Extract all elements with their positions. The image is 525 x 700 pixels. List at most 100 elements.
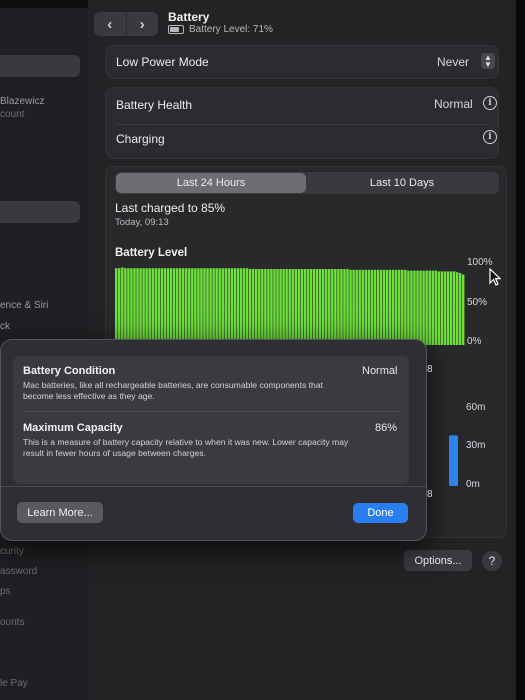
battery-level-bar — [166, 268, 170, 345]
info-icon[interactable]: i — [483, 96, 497, 110]
battery-level-bar — [355, 269, 358, 345]
sidebar-search-field[interactable] — [0, 55, 80, 77]
divider — [1, 486, 426, 487]
level-tick-100: 100% — [467, 257, 493, 268]
info-icon[interactable]: i — [483, 130, 497, 144]
battery-level-bar — [376, 269, 380, 345]
sidebar-item-selected[interactable] — [0, 201, 80, 223]
divider — [116, 124, 488, 125]
sidebar-item-applepay[interactable]: le Pay — [0, 678, 28, 689]
battery-level-bar — [331, 269, 334, 345]
battery-level-bar — [151, 268, 154, 345]
battery-level-bar — [379, 269, 383, 345]
sidebar-item-apps[interactable]: ps — [0, 586, 11, 597]
sidebar-item-siri[interactable]: ence & Siri — [0, 300, 48, 311]
battery-level-bar — [118, 268, 121, 345]
battery-level-bar — [169, 268, 173, 345]
battery-level-bar — [300, 269, 304, 345]
battery-level-bar — [303, 269, 307, 345]
battery-level-bar — [449, 271, 453, 345]
usage-tick-0m: 0m — [466, 479, 480, 490]
battery-level-bar — [209, 268, 212, 345]
battery-level-bar — [251, 269, 255, 345]
battery-level-bar — [218, 268, 221, 345]
battery-level-bar — [233, 268, 237, 345]
low-power-card: Low Power Mode Never ▲ ▼ — [105, 45, 499, 79]
battery-health-value: Normal — [434, 97, 473, 111]
back-chevron-icon[interactable]: ‹ — [94, 12, 127, 36]
max-capacity-description: This is a measure of battery capacity re… — [23, 437, 349, 458]
battery-level-bar — [273, 269, 276, 345]
battery-level-bar — [227, 268, 231, 345]
battery-level-bar — [312, 269, 316, 345]
done-button[interactable]: Done — [353, 503, 408, 523]
battery-level-bar — [191, 268, 194, 345]
battery-level-bar — [242, 268, 246, 345]
help-button[interactable]: ? — [482, 551, 502, 571]
battery-level-bar — [267, 269, 270, 345]
battery-level-bar — [367, 269, 371, 345]
sidebar-item-accounts[interactable]: ounts — [0, 617, 24, 628]
battery-level-bar — [443, 271, 447, 345]
battery-level-bar — [172, 268, 176, 345]
tab-last-24-hours[interactable]: Last 24 Hours — [116, 173, 306, 193]
battery-level-bar — [270, 269, 273, 345]
battery-level-bar — [206, 268, 209, 345]
battery-level-bar — [291, 269, 294, 345]
screen-usage-chart — [449, 435, 458, 486]
learn-more-button[interactable]: Learn More... — [17, 502, 103, 523]
sidebar-account-name[interactable]: Blazewicz — [0, 96, 44, 107]
forward-chevron-icon[interactable]: › — [127, 12, 159, 36]
hour-label: 8 — [427, 489, 433, 500]
battery-level-bar — [404, 269, 407, 345]
sidebar-item-password[interactable]: assword — [0, 566, 37, 577]
battery-level-bar — [343, 269, 346, 345]
battery-level-bar — [194, 268, 197, 345]
battery-level-bar — [328, 269, 331, 345]
chevron-updown-icon[interactable]: ▲ ▼ — [481, 53, 495, 69]
low-power-select[interactable]: Never — [437, 55, 469, 69]
last-charged-text: Last charged to 85% — [115, 201, 226, 215]
sidebar-item-security[interactable]: curity — [0, 546, 24, 557]
sidebar-account-sub[interactable]: count — [0, 109, 24, 120]
battery-level-bar — [261, 269, 264, 345]
battery-level-bar — [416, 270, 419, 345]
battery-level-bar — [154, 268, 158, 345]
battery-level-bar — [321, 269, 325, 345]
charging-label: Charging — [116, 132, 165, 146]
battery-level-bar — [212, 268, 215, 345]
battery-level-bar — [224, 268, 228, 345]
battery-level-bar — [428, 270, 431, 345]
battery-level-bar — [425, 270, 428, 345]
battery-level-bar — [325, 269, 328, 345]
max-capacity-value: 86% — [375, 422, 398, 434]
battery-level-bar — [163, 268, 167, 345]
battery-level-bar — [124, 268, 127, 345]
battery-level-bar — [157, 268, 161, 345]
battery-level-bar — [337, 269, 340, 345]
battery-level-chart — [115, 267, 465, 345]
battery-level-bar — [340, 269, 343, 345]
battery-level-bar — [188, 268, 191, 345]
sidebar-item-lock[interactable]: ck — [0, 321, 10, 332]
last-charged-time: Today, 09:13 — [115, 217, 169, 228]
battery-level-bar — [346, 269, 349, 345]
battery-level-bar — [452, 271, 456, 345]
battery-level-bar — [133, 268, 136, 345]
battery-level-bar — [382, 269, 386, 345]
battery-level-bar — [279, 269, 282, 345]
tab-last-10-days[interactable]: Last 10 Days — [307, 172, 497, 194]
battery-level-bar — [434, 270, 438, 345]
max-capacity-label: Maximum Capacity — [23, 422, 123, 434]
battery-level-bar — [175, 268, 179, 345]
window-edge — [516, 0, 525, 700]
battery-level-bar — [422, 270, 425, 345]
battery-level-bar — [461, 274, 465, 345]
battery-condition-dialog: Battery Condition Normal Mac batteries, … — [0, 339, 427, 541]
battery-level-bar — [309, 269, 313, 345]
options-button[interactable]: Options... — [404, 550, 472, 571]
low-power-label: Low Power Mode — [116, 55, 209, 69]
battery-level-bar — [419, 270, 422, 345]
divider — [23, 411, 399, 412]
battery-level-bar — [258, 269, 261, 345]
